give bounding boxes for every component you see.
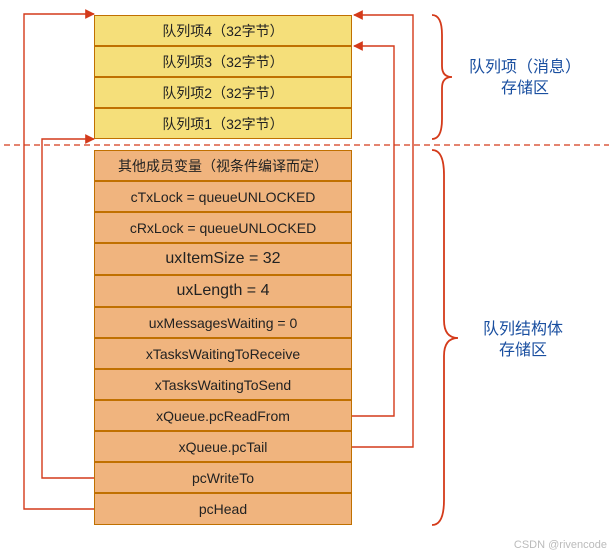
cell-text: 队列项4（32字节） [162, 21, 283, 41]
cell-text: xTasksWaitingToSend [155, 377, 291, 393]
label-text: 队列结构体存储区 [483, 321, 563, 359]
cell-text: cRxLock = queueUNLOCKED [130, 220, 316, 236]
label-text: 队列项（消息）存储区 [469, 59, 581, 97]
cell-text: 队列项1（32字节） [162, 114, 283, 134]
brace-queue-struct [432, 150, 458, 525]
brace-queue-items [432, 15, 452, 139]
struct-xqueue-pctail: xQueue.pcTail [94, 431, 352, 462]
watermark: CSDN @rivencode [514, 539, 607, 551]
watermark-text: CSDN @rivencode [514, 539, 607, 551]
queue-struct-region-label: 队列结构体存储区 [463, 320, 583, 362]
cell-text: 其他成员变量（视条件编译而定） [118, 156, 328, 176]
pointer-pcreadfrom-arrow [352, 46, 394, 416]
pointer-pchead-arrow [24, 14, 94, 509]
struct-ctxlock: cTxLock = queueUNLOCKED [94, 181, 352, 212]
cell-text: xTasksWaitingToReceive [146, 346, 300, 362]
cell-text: uxMessagesWaiting = 0 [149, 315, 298, 331]
struct-other-members: 其他成员变量（视条件编译而定） [94, 150, 352, 181]
pointer-pcwriteto-arrow [42, 139, 94, 478]
queue-item-4: 队列项4（32字节） [94, 15, 352, 46]
cell-text: pcWriteTo [192, 470, 254, 486]
struct-pcwriteto: pcWriteTo [94, 462, 352, 493]
cell-text: uxLength = 4 [177, 282, 270, 300]
struct-crxlock: cRxLock = queueUNLOCKED [94, 212, 352, 243]
cell-text: xQueue.pcReadFrom [156, 408, 290, 424]
struct-xtaskswaitingtoreceive: xTasksWaitingToReceive [94, 338, 352, 369]
cell-text: pcHead [199, 501, 247, 517]
queue-item-2: 队列项2（32字节） [94, 77, 352, 108]
queue-item-3: 队列项3（32字节） [94, 46, 352, 77]
cell-text: cTxLock = queueUNLOCKED [131, 189, 316, 205]
queue-item-1: 队列项1（32字节） [94, 108, 352, 139]
cell-text: 队列项2（32字节） [162, 83, 283, 103]
struct-pchead: pcHead [94, 493, 352, 525]
cell-text: uxItemSize = 32 [165, 250, 280, 268]
struct-uxlength: uxLength = 4 [94, 275, 352, 307]
struct-xqueue-pcreadfrom: xQueue.pcReadFrom [94, 400, 352, 431]
struct-uxmessageswaiting: uxMessagesWaiting = 0 [94, 307, 352, 338]
cell-text: 队列项3（32字节） [162, 52, 283, 72]
cell-text: xQueue.pcTail [179, 439, 268, 455]
queue-items-region-label: 队列项（消息）存储区 [455, 58, 595, 100]
struct-xtaskswaitingtosend: xTasksWaitingToSend [94, 369, 352, 400]
pointer-pctail-arrow [352, 15, 413, 447]
struct-uxitemsize: uxItemSize = 32 [94, 243, 352, 275]
